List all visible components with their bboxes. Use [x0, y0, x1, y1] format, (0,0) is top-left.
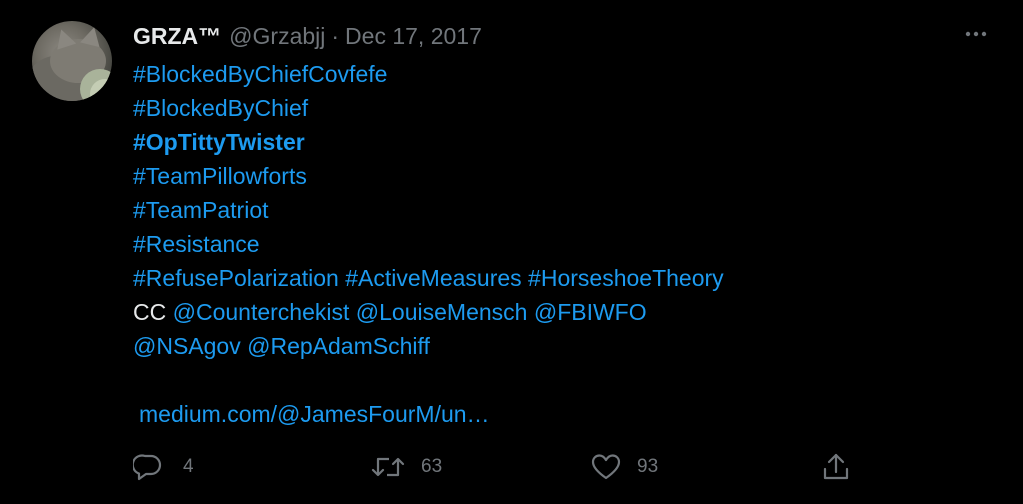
tweet-header: GRZA™ @Grzabjj · Dec 17, 2017	[133, 22, 482, 50]
separator-dot: ·	[331, 22, 340, 49]
mention-link[interactable]: @RepAdamSchiff	[247, 333, 430, 359]
hashtag-link[interactable]: #RefusePolarization	[133, 265, 339, 291]
hashtag-link[interactable]: #BlockedByChiefCovfefe	[133, 61, 387, 87]
hashtag-link[interactable]: #TeamPatriot	[133, 197, 269, 223]
retweet-button[interactable]: 63	[371, 450, 442, 484]
retweet-icon	[371, 457, 405, 477]
author-handle[interactable]: @Grzabjj	[229, 23, 325, 50]
reply-icon	[133, 454, 162, 481]
mention-link[interactable]: @Counterchekist	[173, 299, 350, 325]
hashtag-link[interactable]: #Resistance	[133, 231, 260, 257]
tweet-actions: 4 63 93	[133, 450, 873, 484]
hashtag-link[interactable]: #ActiveMeasures	[345, 265, 521, 291]
mention-link[interactable]: @NSAgov	[133, 333, 241, 359]
mention-link[interactable]: @LouiseMensch	[356, 299, 528, 325]
share-icon	[823, 453, 849, 480]
external-link[interactable]: medium.com/@JamesFourM/un…	[139, 401, 490, 427]
hashtag-link[interactable]: #TeamPillowforts	[133, 163, 307, 189]
retweet-count: 63	[421, 456, 443, 477]
hashtag-link[interactable]: #HorseshoeTheory	[528, 265, 724, 291]
cc-text: CC	[133, 299, 167, 325]
hashtag-link[interactable]: #OpTittyTwister	[133, 129, 305, 155]
more-options-button[interactable]	[958, 24, 994, 44]
reply-count: 4	[183, 456, 194, 477]
tweet-text: #BlockedByChiefCovfefe #BlockedByChief #…	[133, 57, 724, 431]
like-icon	[591, 454, 621, 480]
avatar[interactable]	[32, 21, 112, 101]
more-icon	[965, 31, 987, 37]
hashtag-link[interactable]: #BlockedByChief	[133, 95, 308, 121]
like-count: 93	[637, 456, 659, 477]
like-button[interactable]: 93	[591, 450, 658, 484]
tweet-card[interactable]: GRZA™ @Grzabjj · Dec 17, 2017 #BlockedBy…	[0, 0, 1023, 504]
mention-link[interactable]: @FBIWFO	[534, 299, 647, 325]
author-name[interactable]: GRZA™	[133, 23, 221, 50]
reply-button[interactable]: 4	[133, 450, 194, 484]
tweet-date[interactable]: Dec 17, 2017	[345, 23, 482, 50]
share-button[interactable]	[821, 450, 851, 484]
